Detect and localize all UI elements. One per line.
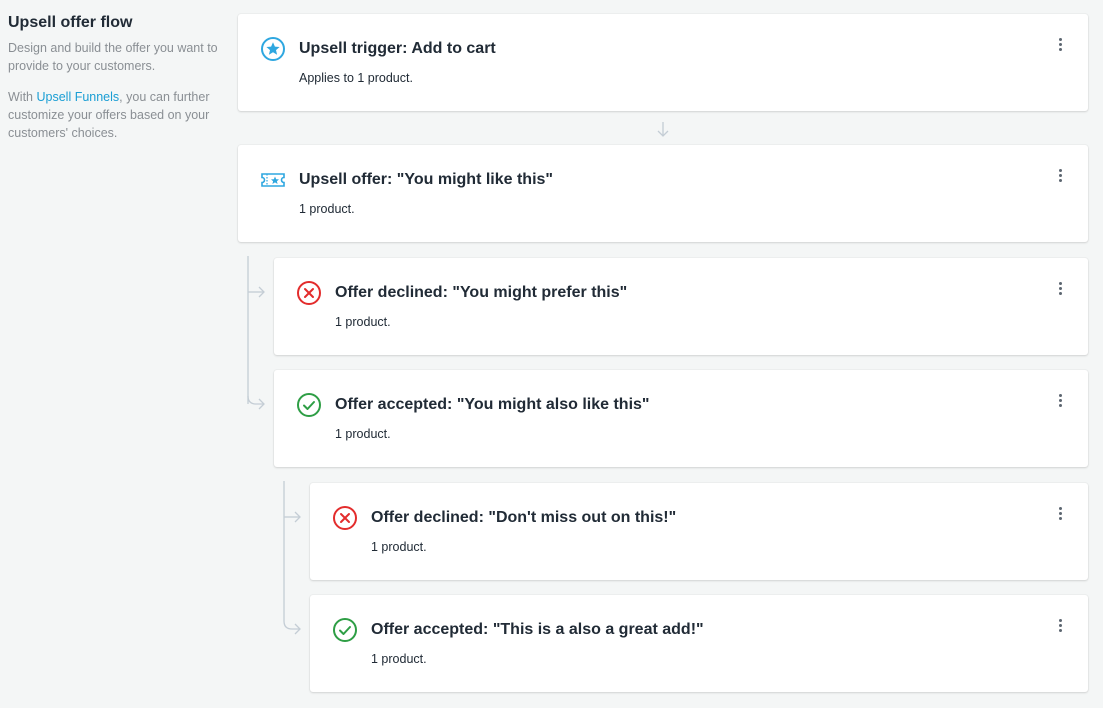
branch-connector-level-1	[247, 256, 265, 410]
more-actions-icon[interactable]	[1054, 619, 1066, 635]
card-subtitle: 1 product.	[371, 540, 427, 554]
card-offer-declined-nested[interactable]: Offer declined: "Don't miss out on this!…	[310, 483, 1088, 580]
accepted-check-icon	[297, 393, 321, 417]
more-actions-icon[interactable]	[1054, 507, 1066, 523]
card-title: Upsell trigger: Add to cart	[299, 40, 496, 57]
card-subtitle: 1 product.	[335, 315, 391, 329]
card-offer-accepted-nested[interactable]: Offer accepted: "This is a also a great …	[310, 595, 1088, 692]
card-title: Offer accepted: "This is a also a great …	[371, 621, 704, 638]
more-actions-icon[interactable]	[1054, 169, 1066, 185]
more-actions-icon[interactable]	[1054, 38, 1066, 54]
section-note: With Upsell Funnels, you can further cus…	[8, 90, 210, 140]
ticket-icon	[261, 173, 285, 187]
declined-x-icon	[333, 506, 357, 530]
card-title: Offer declined: "You might prefer this"	[335, 284, 628, 301]
card-offer-accepted[interactable]: Offer accepted: "You might also like thi…	[274, 370, 1088, 467]
card-title: Offer accepted: "You might also like thi…	[335, 396, 650, 413]
card-upsell-trigger[interactable]: Upsell trigger: Add to cart Applies to 1…	[238, 14, 1088, 111]
card-title: Upsell offer: "You might like this"	[299, 171, 554, 188]
accepted-check-icon	[333, 618, 357, 642]
card-subtitle: 1 product.	[371, 652, 427, 666]
star-circle-icon	[261, 37, 285, 61]
flow-connector-down	[657, 122, 669, 137]
section-description: Upsell offer flow Design and build the o…	[8, 14, 230, 155]
card-subtitle: 1 product.	[299, 202, 355, 216]
card-subtitle: Applies to 1 product.	[299, 71, 413, 85]
declined-x-icon	[297, 281, 321, 305]
section-title: Upsell offer flow	[8, 14, 133, 31]
card-offer-declined[interactable]: Offer declined: "You might prefer this" …	[274, 258, 1088, 355]
card-subtitle: 1 product.	[335, 427, 391, 441]
section-description-text: Design and build the offer you want to p…	[8, 41, 218, 73]
card-title: Offer declined: "Don't miss out on this!…	[371, 509, 677, 526]
branch-connector-level-2	[283, 481, 301, 635]
upsell-funnels-link[interactable]: Upsell Funnels	[36, 90, 119, 104]
more-actions-icon[interactable]	[1054, 282, 1066, 298]
card-upsell-offer[interactable]: Upsell offer: "You might like this" 1 pr…	[238, 145, 1088, 242]
more-actions-icon[interactable]	[1054, 394, 1066, 410]
